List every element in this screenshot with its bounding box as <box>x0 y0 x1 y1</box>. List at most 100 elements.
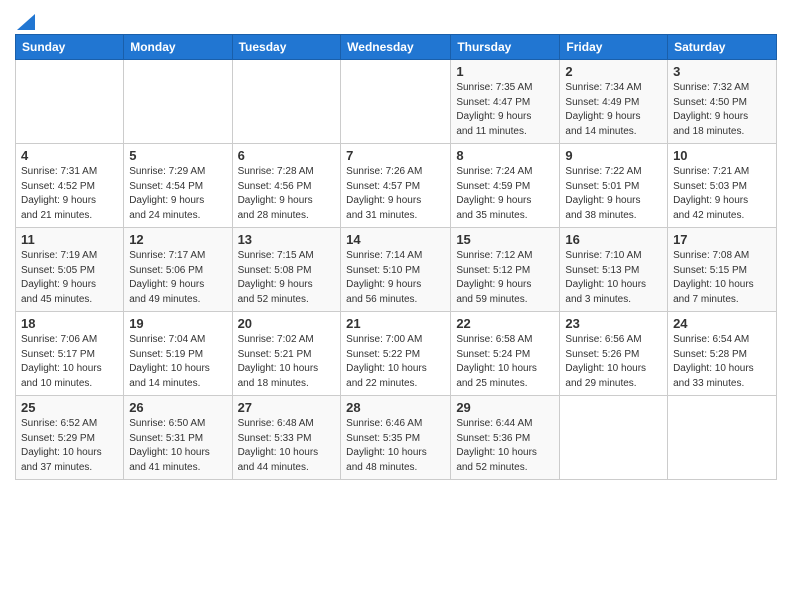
calendar-header: SundayMondayTuesdayWednesdayThursdayFrid… <box>16 35 777 60</box>
calendar-cell: 1 Sunrise: 7:35 AM Sunset: 4:47 PM Daylig… <box>451 60 560 144</box>
logo-icon <box>17 14 35 30</box>
day-detail: Sunrise: 7:02 AM Sunset: 5:21 PM Dayligh… <box>238 333 336 391</box>
day-detail: Sunrise: 7:08 AM Sunset: 5:15 PM Dayligh… <box>673 249 771 307</box>
day-detail: Sunrise: 7:12 AM Sunset: 5:12 PM Dayligh… <box>456 249 554 307</box>
day-number: 26 <box>129 400 226 415</box>
calendar-cell: 14Sunrise: 7:14 AM Sunset: 5:10 PM Dayli… <box>341 228 451 312</box>
calendar-cell: 27 Sunrise: 6:48 AM Sunset: 5:33 PM Dayli… <box>232 396 341 480</box>
logo <box>15 14 35 28</box>
day-detail: Sunrise: 7:19 AM Sunset: 5:05 PM Dayligh… <box>21 249 118 307</box>
day-detail: Sunrise: 6:46 AM Sunset: 5:35 PM Dayligh… <box>346 417 445 475</box>
header <box>15 10 777 28</box>
weekday-header: Tuesday <box>232 35 341 60</box>
calendar-cell: 3 Sunrise: 7:32 AM Sunset: 4:50 PM Daylig… <box>668 60 777 144</box>
calendar-cell: 29 Sunrise: 6:44 AM Sunset: 5:36 PM Dayli… <box>451 396 560 480</box>
day-number: 7 <box>346 148 445 163</box>
calendar-cell: 5 Sunrise: 7:29 AM Sunset: 4:54 PM Daylig… <box>124 144 232 228</box>
calendar-cell: 20 Sunrise: 7:02 AM Sunset: 5:21 PM Dayli… <box>232 312 341 396</box>
day-number: 2 <box>565 64 662 79</box>
day-detail: Sunrise: 7:24 AM Sunset: 4:59 PM Dayligh… <box>456 165 554 223</box>
day-detail: Sunrise: 6:44 AM Sunset: 5:36 PM Dayligh… <box>456 417 554 475</box>
day-number: 10 <box>673 148 771 163</box>
day-number: 18 <box>21 316 118 331</box>
day-detail: Sunrise: 7:00 AM Sunset: 5:22 PM Dayligh… <box>346 333 445 391</box>
day-number: 13 <box>238 232 336 247</box>
calendar-cell: 21 Sunrise: 7:00 AM Sunset: 5:22 PM Dayli… <box>341 312 451 396</box>
calendar-cell <box>124 60 232 144</box>
calendar-cell: 11 Sunrise: 7:19 AM Sunset: 5:05 PM Dayli… <box>16 228 124 312</box>
calendar-cell: 23 Sunrise: 6:56 AM Sunset: 5:26 PM Dayli… <box>560 312 668 396</box>
day-detail: Sunrise: 7:26 AM Sunset: 4:57 PM Dayligh… <box>346 165 445 223</box>
day-number: 21 <box>346 316 445 331</box>
calendar-week: 11 Sunrise: 7:19 AM Sunset: 5:05 PM Dayli… <box>16 228 777 312</box>
calendar-cell: 18 Sunrise: 7:06 AM Sunset: 5:17 PM Dayli… <box>16 312 124 396</box>
day-number: 3 <box>673 64 771 79</box>
day-detail: Sunrise: 6:52 AM Sunset: 5:29 PM Dayligh… <box>21 417 118 475</box>
day-number: 22 <box>456 316 554 331</box>
calendar: SundayMondayTuesdayWednesdayThursdayFrid… <box>15 34 777 480</box>
day-detail: Sunrise: 7:17 AM Sunset: 5:06 PM Dayligh… <box>129 249 226 307</box>
calendar-cell: 19 Sunrise: 7:04 AM Sunset: 5:19 PM Dayli… <box>124 312 232 396</box>
weekday-header: Wednesday <box>341 35 451 60</box>
day-detail: Sunrise: 7:22 AM Sunset: 5:01 PM Dayligh… <box>565 165 662 223</box>
calendar-cell <box>560 396 668 480</box>
day-detail: Sunrise: 7:21 AM Sunset: 5:03 PM Dayligh… <box>673 165 771 223</box>
day-detail: Sunrise: 7:32 AM Sunset: 4:50 PM Dayligh… <box>673 81 771 139</box>
day-number: 20 <box>238 316 336 331</box>
day-detail: Sunrise: 6:56 AM Sunset: 5:26 PM Dayligh… <box>565 333 662 391</box>
weekday-header: Monday <box>124 35 232 60</box>
day-number: 23 <box>565 316 662 331</box>
calendar-cell: 25 Sunrise: 6:52 AM Sunset: 5:29 PM Dayli… <box>16 396 124 480</box>
weekday-header: Friday <box>560 35 668 60</box>
day-number: 27 <box>238 400 336 415</box>
day-number: 4 <box>21 148 118 163</box>
day-detail: Sunrise: 7:06 AM Sunset: 5:17 PM Dayligh… <box>21 333 118 391</box>
calendar-cell <box>341 60 451 144</box>
calendar-week: 1 Sunrise: 7:35 AM Sunset: 4:47 PM Daylig… <box>16 60 777 144</box>
calendar-cell: 6Sunrise: 7:28 AM Sunset: 4:56 PM Daylig… <box>232 144 341 228</box>
calendar-cell: 28 Sunrise: 6:46 AM Sunset: 5:35 PM Dayli… <box>341 396 451 480</box>
weekday-header: Saturday <box>668 35 777 60</box>
calendar-cell: 13 Sunrise: 7:15 AM Sunset: 5:08 PM Dayli… <box>232 228 341 312</box>
day-number: 1 <box>456 64 554 79</box>
day-number: 9 <box>565 148 662 163</box>
day-detail: Sunrise: 6:48 AM Sunset: 5:33 PM Dayligh… <box>238 417 336 475</box>
day-number: 24 <box>673 316 771 331</box>
day-number: 8 <box>456 148 554 163</box>
day-number: 11 <box>21 232 118 247</box>
day-number: 5 <box>129 148 226 163</box>
day-detail: Sunrise: 7:35 AM Sunset: 4:47 PM Dayligh… <box>456 81 554 139</box>
weekday-header: Thursday <box>451 35 560 60</box>
calendar-cell: 7 Sunrise: 7:26 AM Sunset: 4:57 PM Daylig… <box>341 144 451 228</box>
calendar-cell: 2 Sunrise: 7:34 AM Sunset: 4:49 PM Daylig… <box>560 60 668 144</box>
day-number: 16 <box>565 232 662 247</box>
day-number: 17 <box>673 232 771 247</box>
day-detail: Sunrise: 7:28 AM Sunset: 4:56 PM Dayligh… <box>238 165 336 223</box>
calendar-cell: 10 Sunrise: 7:21 AM Sunset: 5:03 PM Dayli… <box>668 144 777 228</box>
day-number: 29 <box>456 400 554 415</box>
day-number: 14 <box>346 232 445 247</box>
calendar-cell: 15Sunrise: 7:12 AM Sunset: 5:12 PM Dayli… <box>451 228 560 312</box>
calendar-week: 4 Sunrise: 7:31 AM Sunset: 4:52 PM Daylig… <box>16 144 777 228</box>
day-number: 25 <box>21 400 118 415</box>
calendar-cell: 8 Sunrise: 7:24 AM Sunset: 4:59 PM Daylig… <box>451 144 560 228</box>
calendar-cell: 12 Sunrise: 7:17 AM Sunset: 5:06 PM Dayli… <box>124 228 232 312</box>
day-number: 19 <box>129 316 226 331</box>
calendar-cell: 17 Sunrise: 7:08 AM Sunset: 5:15 PM Dayli… <box>668 228 777 312</box>
day-detail: Sunrise: 7:31 AM Sunset: 4:52 PM Dayligh… <box>21 165 118 223</box>
calendar-cell <box>232 60 341 144</box>
calendar-cell: 22Sunrise: 6:58 AM Sunset: 5:24 PM Dayli… <box>451 312 560 396</box>
day-detail: Sunrise: 6:50 AM Sunset: 5:31 PM Dayligh… <box>129 417 226 475</box>
weekday-header: Sunday <box>16 35 124 60</box>
day-detail: Sunrise: 7:15 AM Sunset: 5:08 PM Dayligh… <box>238 249 336 307</box>
day-detail: Sunrise: 7:04 AM Sunset: 5:19 PM Dayligh… <box>129 333 226 391</box>
day-detail: Sunrise: 7:34 AM Sunset: 4:49 PM Dayligh… <box>565 81 662 139</box>
calendar-cell: 26 Sunrise: 6:50 AM Sunset: 5:31 PM Dayli… <box>124 396 232 480</box>
day-detail: Sunrise: 7:29 AM Sunset: 4:54 PM Dayligh… <box>129 165 226 223</box>
calendar-cell: 24Sunrise: 6:54 AM Sunset: 5:28 PM Dayli… <box>668 312 777 396</box>
day-number: 12 <box>129 232 226 247</box>
calendar-cell <box>16 60 124 144</box>
day-number: 28 <box>346 400 445 415</box>
day-detail: Sunrise: 7:10 AM Sunset: 5:13 PM Dayligh… <box>565 249 662 307</box>
calendar-week: 18 Sunrise: 7:06 AM Sunset: 5:17 PM Dayli… <box>16 312 777 396</box>
